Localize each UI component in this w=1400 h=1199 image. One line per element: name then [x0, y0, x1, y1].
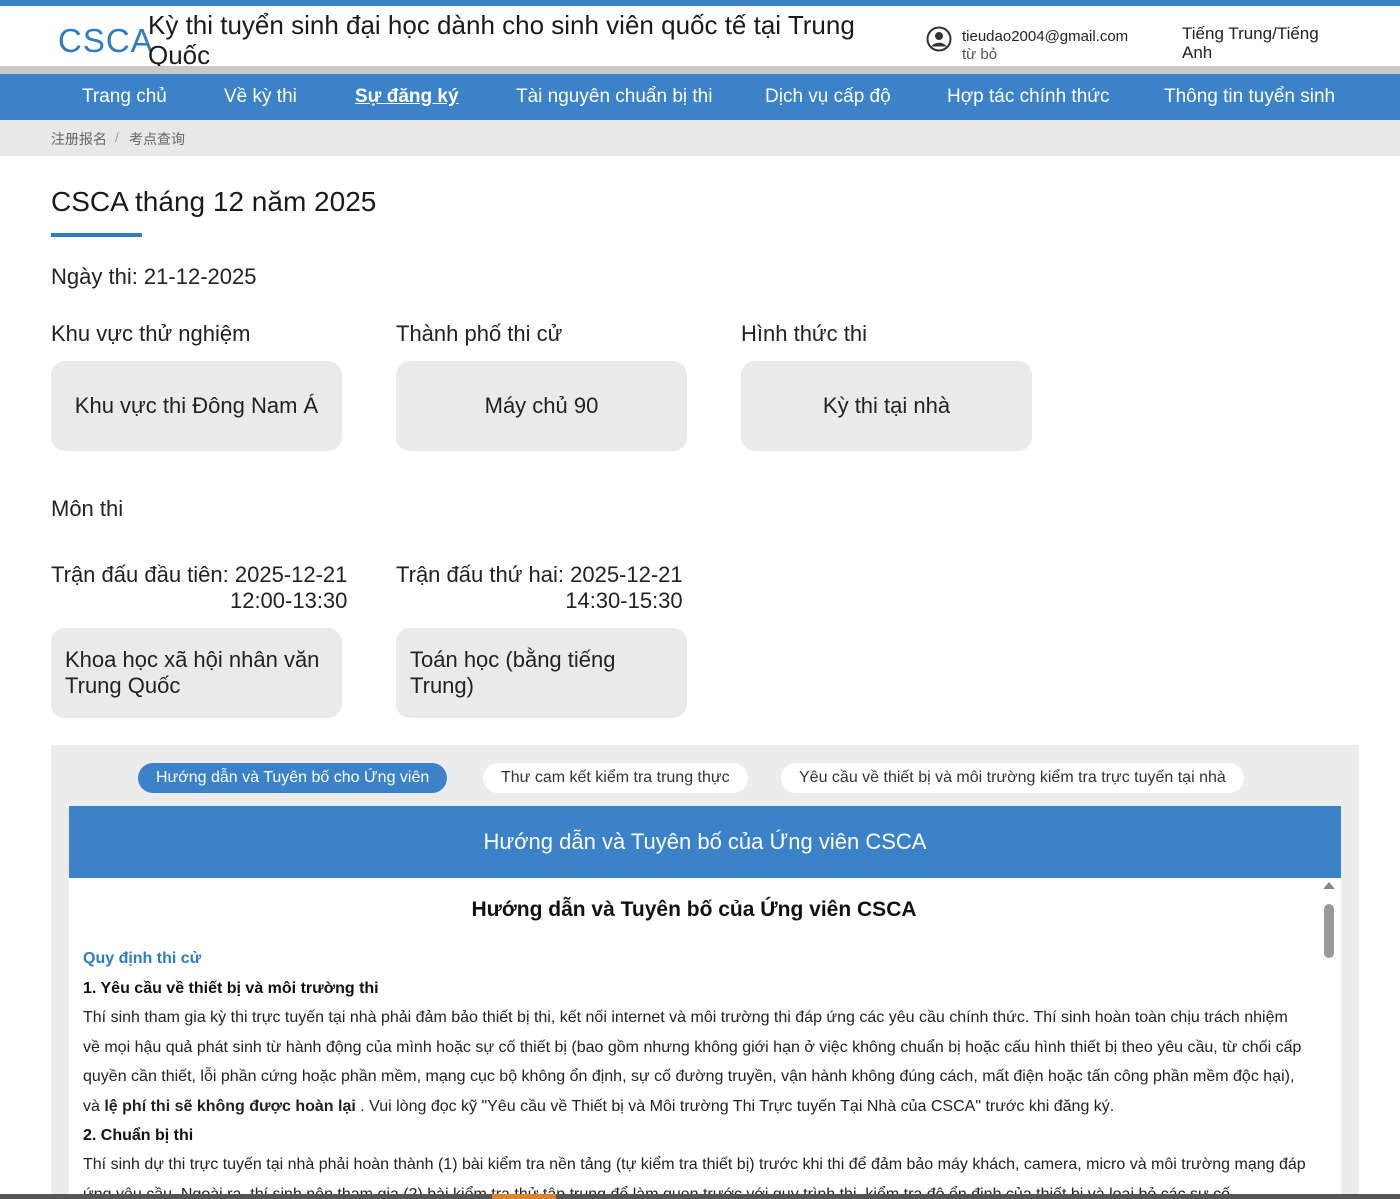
language-switch[interactable]: Tiếng Trung/Tiếng Anh — [1182, 24, 1332, 62]
paragraph-equipment-end: . Vui lòng đọc kỹ "Yêu cầu về Thiết bị v… — [360, 1097, 1115, 1115]
breadcrumb-item-center-query: 考点查询 — [129, 131, 185, 147]
breadcrumb-item-registration[interactable]: 注册报名 — [51, 129, 107, 149]
exam-format-label: Hình thức thi — [741, 321, 868, 346]
session-second-label: Trận đấu thứ hai: 2025-12-21 — [396, 562, 683, 587]
instructions-panel: Hướng dẫn và Tuyên bố cho Ứng viên Thư c… — [51, 745, 1359, 1199]
nav-item-home[interactable]: Trang chủ — [82, 86, 167, 108]
exam-format-option[interactable]: Kỳ thi tại nhà — [741, 361, 1032, 451]
document-viewer[interactable]: Hướng dẫn và Tuyên bố của Ứng viên CSCA … — [69, 806, 1341, 1199]
test-city-label: Thành phố thi cử — [396, 321, 563, 346]
tab-equipment-requirements[interactable]: Yêu cầu về thiết bị và môi trường kiểm t… — [781, 763, 1244, 793]
site-title: Kỳ thi tuyển sinh đại học dành cho sinh … — [148, 10, 855, 70]
tab-candidate-instructions[interactable]: Hướng dẫn và Tuyên bố cho Ứng viên — [138, 763, 448, 793]
csca-logo[interactable]: CSCA — [58, 22, 154, 60]
document-scrollbar[interactable] — [1321, 882, 1337, 1199]
session-first-time: 12:00-13:30 — [229, 588, 348, 613]
exam-date: Ngày thi: 21-12-2025 — [51, 264, 257, 289]
session-second-time: 14:30-15:30 — [565, 588, 683, 613]
paragraph-preparation: Thí sinh dự thi trực tuyến tại nhà phải … — [83, 1156, 1306, 1199]
nav-item-admission-info[interactable]: Thông tin tuyển sinh — [1164, 86, 1335, 108]
breadcrumb-separator: / — [115, 129, 119, 145]
scroll-up-arrow-icon[interactable] — [1323, 882, 1335, 889]
session-second: Trận đấu thứ hai: 2025-12-21 14:30-15:30 — [396, 562, 683, 614]
document-header: Hướng dẫn và Tuyên bố của Ứng viên CSCA — [69, 806, 1341, 878]
document-title: Hướng dẫn và Tuyên bố của Ứng viên CSCA — [471, 898, 917, 921]
subjects-label: Môn thi — [51, 496, 124, 521]
nav-item-registration[interactable]: Sự đăng ký — [355, 86, 459, 108]
heading-equipment: 1. Yêu cầu về thiết bị và môi trường thi — [83, 980, 379, 997]
breadcrumb: 注册报名 / 考点查询 — [0, 120, 1400, 156]
nav-item-resources[interactable]: Tài nguyên chuẩn bị thi — [516, 86, 712, 108]
subject-option-humanities[interactable]: Khoa học xã hội nhân văn Trung Quốc — [51, 628, 342, 718]
test-city-option[interactable]: Máy chủ 90 — [396, 361, 687, 451]
test-area-option[interactable]: Khu vực thi Đông Nam Á — [51, 361, 342, 451]
heading-preparation: 2. Chuẩn bị thi — [83, 1127, 194, 1144]
site-header: CSCA Kỳ thi tuyển sinh đại học dành cho … — [0, 0, 1400, 70]
test-area-label: Khu vực thử nghiệm — [51, 321, 251, 346]
nav-item-about[interactable]: Về kỳ thi — [224, 86, 297, 108]
main-nav: Trang chủ Về kỳ thi Sự đăng ký Tài nguyê… — [0, 74, 1400, 120]
session-first: Trận đấu đầu tiên: 2025-12-21 12:00-13:3… — [51, 562, 347, 614]
tab-honesty-pledge[interactable]: Thư cam kết kiểm tra trung thực — [483, 763, 748, 793]
user-circle-icon — [926, 26, 952, 52]
bottom-accent — [492, 1194, 556, 1199]
nav-item-score-service[interactable]: Dịch vụ cấp độ — [765, 86, 891, 108]
user-email: tieudao2004@gmail.com — [962, 28, 1129, 45]
non-refundable-note: lệ phí thi sẽ không được hoàn lại — [104, 1097, 356, 1115]
bottom-edge — [0, 1194, 1400, 1199]
logout-link[interactable]: từ bỏ — [962, 46, 997, 63]
session-first-label: Trận đấu đầu tiên: 2025-12-21 — [51, 562, 348, 587]
nav-item-cooperation[interactable]: Hợp tác chính thức — [947, 86, 1109, 108]
subject-option-math[interactable]: Toán học (bằng tiếng Trung) — [396, 628, 687, 718]
scroll-thumb[interactable] — [1324, 904, 1334, 958]
header-divider — [0, 66, 1400, 74]
paragraph-equipment: Thí sinh tham gia kỳ thi trực tuyến tại … — [83, 1003, 1308, 1121]
title-underline — [51, 233, 142, 237]
page-title: CSCA tháng 12 năm 2025 — [51, 186, 377, 217]
section-heading: Quy định thi cử — [83, 950, 202, 967]
